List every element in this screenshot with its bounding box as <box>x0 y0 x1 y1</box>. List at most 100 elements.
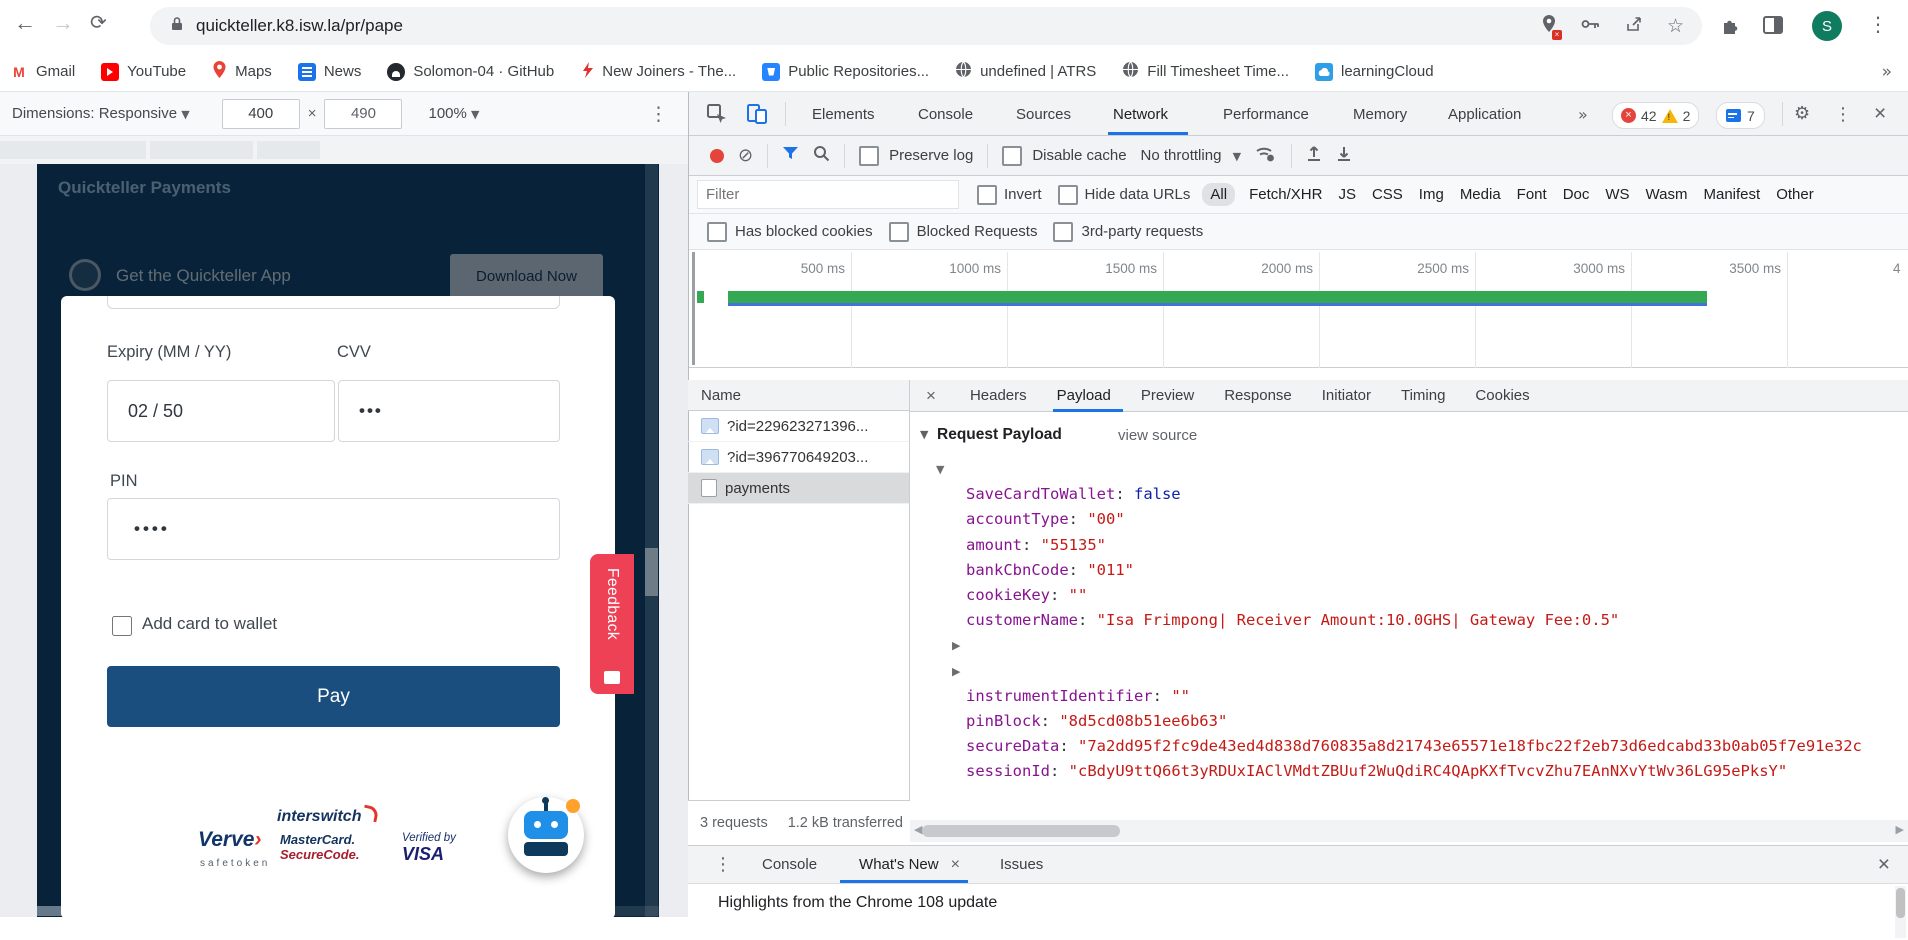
drawer-tab-whats-new[interactable]: What's New <box>859 856 939 873</box>
viewport-width-input[interactable] <box>222 99 300 129</box>
tab-memory[interactable]: Memory <box>1353 106 1407 123</box>
expander-icon[interactable]: ▶ <box>952 659 960 684</box>
has-blocked-cookies-checkbox[interactable] <box>707 222 727 242</box>
inspect-element-icon[interactable] <box>706 103 728 129</box>
clear-icon[interactable]: ⊘ <box>738 145 753 166</box>
forward-button[interactable]: → <box>52 10 74 36</box>
drawer-menu-icon[interactable]: ⋮ <box>714 854 732 875</box>
filter-type-fetch-xhr[interactable]: Fetch/XHR <box>1241 183 1330 206</box>
media-query-segment[interactable] <box>257 141 320 159</box>
view-source-link[interactable]: view source <box>1118 427 1197 444</box>
filter-type-all[interactable]: All <box>1202 183 1235 206</box>
bookmark-star-icon[interactable]: ☆ <box>1667 15 1684 37</box>
detail-tab-response[interactable]: Response <box>1224 387 1292 404</box>
invert-checkbox[interactable] <box>977 185 997 205</box>
profile-avatar[interactable]: S <box>1812 11 1842 41</box>
filter-type-media[interactable]: Media <box>1452 183 1509 206</box>
password-key-icon[interactable] <box>1581 17 1601 35</box>
preserve-log-checkbox[interactable] <box>859 146 879 166</box>
drawer-tab-close-icon[interactable]: × <box>951 856 960 874</box>
throttling-dropdown[interactable]: No throttling ▼ <box>1141 147 1242 164</box>
export-har-icon[interactable] <box>1336 145 1352 166</box>
requests-header[interactable]: Name <box>688 380 910 411</box>
tab-sources[interactable]: Sources <box>1016 106 1071 123</box>
bookmark-public-repositories[interactable]: Public Repositories... <box>762 63 929 81</box>
devtools-close-icon[interactable]: × <box>1874 102 1886 126</box>
detail-tab-timing[interactable]: Timing <box>1401 387 1445 404</box>
extensions-icon[interactable] <box>1720 16 1740 40</box>
request-row[interactable]: ?id=229623271396... <box>688 411 909 442</box>
tab-application[interactable]: Application <box>1448 106 1521 123</box>
location-blocked-icon[interactable]: × <box>1541 14 1557 38</box>
detail-tab-initiator[interactable]: Initiator <box>1322 387 1371 404</box>
devtools-settings-icon[interactable]: ⚙ <box>1794 103 1810 124</box>
side-panel-icon[interactable] <box>1762 15 1784 39</box>
drawer-tab-console[interactable]: Console <box>762 856 817 873</box>
details-close-icon[interactable]: × <box>926 386 936 406</box>
drawer-vscrollbar-thumb[interactable] <box>1896 888 1905 918</box>
record-button[interactable] <box>710 149 724 163</box>
pay-button[interactable]: Pay <box>107 666 560 727</box>
reload-button[interactable]: ⟳ <box>90 10 107 34</box>
filter-type-css[interactable]: CSS <box>1364 183 1411 206</box>
bookmark-youtube[interactable]: YouTube <box>101 63 186 81</box>
drawer-tab-issues[interactable]: Issues <box>1000 856 1043 873</box>
tab-elements[interactable]: Elements <box>812 106 875 123</box>
detail-tab-headers[interactable]: Headers <box>970 387 1027 404</box>
device-toolbar-toggle-icon[interactable] <box>746 103 770 129</box>
device-toolbar-menu-icon[interactable]: ⋮ <box>649 103 668 125</box>
blocked-requests-checkbox[interactable] <box>889 222 909 242</box>
bookmark-fill-timesheet[interactable]: Fill Timesheet Time... <box>1122 61 1289 82</box>
bookmark-news[interactable]: News <box>298 63 362 81</box>
tab-network[interactable]: Network <box>1113 106 1168 123</box>
card-number-input-partial[interactable] <box>107 296 560 309</box>
more-tabs-chevron[interactable]: » <box>1578 105 1588 124</box>
hide-data-urls-checkbox[interactable] <box>1058 185 1078 205</box>
back-button[interactable]: ← <box>14 10 36 36</box>
import-har-icon[interactable] <box>1306 145 1322 166</box>
share-icon[interactable] <box>1625 15 1643 37</box>
tab-console[interactable]: Console <box>918 106 973 123</box>
filter-type-js[interactable]: JS <box>1330 183 1364 206</box>
filter-icon[interactable] <box>782 146 799 165</box>
detail-tab-preview[interactable]: Preview <box>1141 387 1194 404</box>
bookmark-github[interactable]: Solomon-04 · GitHub <box>387 63 554 81</box>
dimensions-dropdown[interactable]: Dimensions: Responsive ▼ <box>12 105 190 122</box>
devtools-menu-icon[interactable]: ⋮ <box>1834 104 1852 125</box>
feedback-tab[interactable]: Feedback <box>590 554 634 694</box>
expander-icon[interactable]: ▶ <box>952 633 960 658</box>
expander-icon[interactable]: ▼ <box>936 457 944 482</box>
filter-type-manifest[interactable]: Manifest <box>1696 183 1769 206</box>
bookmark-maps[interactable]: Maps <box>212 60 272 83</box>
filter-type-font[interactable]: Font <box>1509 183 1555 206</box>
drawer-close-icon[interactable]: × <box>1878 853 1890 877</box>
search-icon[interactable] <box>813 145 830 166</box>
filter-type-other[interactable]: Other <box>1768 183 1822 206</box>
bookmark-new-joiners[interactable]: New Joiners - The... <box>580 61 736 83</box>
filter-input[interactable] <box>697 180 959 209</box>
viewport-height-input[interactable] <box>324 99 402 129</box>
bookmarks-overflow-chevron[interactable]: » <box>1882 62 1892 82</box>
pin-input[interactable] <box>107 498 560 560</box>
detail-tab-payload[interactable]: Payload <box>1057 387 1111 404</box>
issues-badge[interactable]: 7 <box>1716 102 1765 129</box>
media-query-segment[interactable] <box>0 141 146 159</box>
bookmark-gmail[interactable]: M Gmail <box>10 63 75 81</box>
zoom-dropdown[interactable]: 100% ▼ <box>428 105 479 122</box>
network-conditions-icon[interactable] <box>1255 145 1277 167</box>
tab-performance[interactable]: Performance <box>1223 106 1309 123</box>
scroll-right-arrow[interactable]: ▶ <box>1896 823 1904 836</box>
bookmark-learningcloud[interactable]: learningCloud <box>1315 63 1434 81</box>
section-expander-icon[interactable]: ▼ <box>920 428 928 441</box>
media-query-segment[interactable] <box>150 141 253 159</box>
filter-type-img[interactable]: Img <box>1411 183 1452 206</box>
filter-type-wasm[interactable]: Wasm <box>1638 183 1696 206</box>
filter-type-ws[interactable]: WS <box>1597 183 1637 206</box>
cvv-input[interactable] <box>338 380 560 442</box>
request-row[interactable]: ?id=396770649203... <box>688 442 909 473</box>
details-hscrollbar-thumb[interactable] <box>922 825 1120 837</box>
wallet-checkbox[interactable] <box>112 616 132 636</box>
disable-cache-checkbox[interactable] <box>1002 146 1022 166</box>
detail-tab-cookies[interactable]: Cookies <box>1475 387 1529 404</box>
expiry-input[interactable] <box>107 380 335 442</box>
